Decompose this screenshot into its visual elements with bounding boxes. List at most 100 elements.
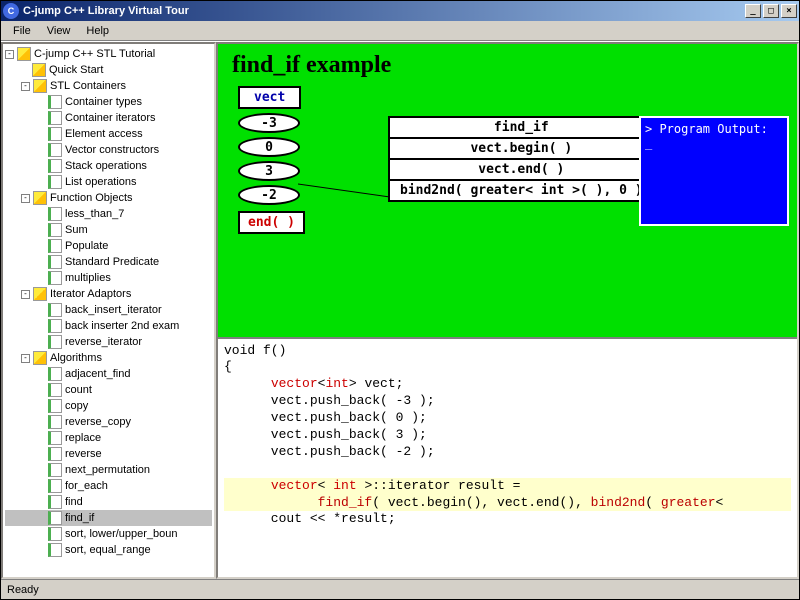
page-icon	[48, 479, 62, 493]
tree-label: Populate	[65, 238, 108, 254]
tree-item[interactable]: find	[5, 494, 212, 510]
tree-label: find_if	[65, 510, 94, 526]
menu-view[interactable]: View	[39, 23, 79, 39]
tree-label: sort, lower/upper_boun	[65, 526, 178, 542]
vect-value-3: -2	[238, 185, 300, 205]
page-icon	[48, 447, 62, 461]
expand-icon[interactable]: -	[21, 354, 30, 363]
tree-label: Element access	[65, 126, 143, 142]
page-icon	[48, 111, 62, 125]
window-title: C-jump C++ Library Virtual Tour	[23, 5, 745, 17]
tree-item[interactable]: Populate	[5, 238, 212, 254]
page-icon	[48, 95, 62, 109]
tree-item[interactable]: -Function Objects	[5, 190, 212, 206]
expand-icon[interactable]: -	[21, 290, 30, 299]
tree-item[interactable]: back_insert_iterator	[5, 302, 212, 318]
page-icon	[48, 127, 62, 141]
page-icon	[48, 399, 62, 413]
tree-item[interactable]: Quick Start	[5, 62, 212, 78]
tree-item[interactable]: find_if	[5, 510, 212, 526]
expand-icon[interactable]: -	[21, 82, 30, 91]
tree-label: sort, equal_range	[65, 542, 151, 558]
vect-value-0: -3	[238, 113, 300, 133]
tree-item[interactable]: Container iterators	[5, 110, 212, 126]
code-panel[interactable]: void f() { vector<int> vect; vect.push_b…	[218, 337, 797, 577]
titlebar: C C-jump C++ Library Virtual Tour _ □ ×	[1, 1, 799, 21]
func-arg-0: vect.begin( )	[388, 139, 655, 160]
vect-value-1: 0	[238, 137, 300, 157]
tree-item[interactable]: replace	[5, 430, 212, 446]
tree-label: multiplies	[65, 270, 111, 286]
tree-item[interactable]: Stack operations	[5, 158, 212, 174]
tree-label: Container types	[65, 94, 142, 110]
page-icon	[48, 431, 62, 445]
tree-item[interactable]: reverse_copy	[5, 414, 212, 430]
tree-item[interactable]: copy	[5, 398, 212, 414]
output-cursor: _	[645, 136, 783, 150]
tree-label: Standard Predicate	[65, 254, 159, 270]
tree-item[interactable]: Container types	[5, 94, 212, 110]
page-icon	[48, 303, 62, 317]
page-icon	[48, 367, 62, 381]
tree-label: Algorithms	[50, 350, 102, 366]
tree-label: Iterator Adaptors	[50, 286, 131, 302]
diagram-title: find_if example	[232, 52, 783, 79]
tree-label: reverse_copy	[65, 414, 131, 430]
tree-item[interactable]: back inserter 2nd exam	[5, 318, 212, 334]
tree-item[interactable]: sort, equal_range	[5, 542, 212, 558]
tree-item[interactable]: List operations	[5, 174, 212, 190]
page-icon	[48, 527, 62, 541]
tree-label: Quick Start	[49, 62, 103, 78]
app-icon: C	[3, 3, 19, 19]
tree-label: find	[65, 494, 83, 510]
tree-item[interactable]: - STL Containers	[5, 78, 212, 94]
page-icon	[48, 335, 62, 349]
maximize-button[interactable]: □	[763, 4, 779, 18]
tree-root[interactable]: - C-jump C++ STL Tutorial	[5, 46, 212, 62]
tree-item[interactable]: next_permutation	[5, 462, 212, 478]
book-icon	[32, 63, 46, 77]
minimize-button[interactable]: _	[745, 4, 761, 18]
expand-icon[interactable]: -	[21, 194, 30, 203]
close-button[interactable]: ×	[781, 4, 797, 18]
tree-label: back inserter 2nd exam	[65, 318, 179, 334]
tree-item[interactable]: reverse_iterator	[5, 334, 212, 350]
tree-item[interactable]: Vector constructors	[5, 142, 212, 158]
page-icon	[48, 543, 62, 557]
tree-item[interactable]: Sum	[5, 222, 212, 238]
tree-item[interactable]: reverse	[5, 446, 212, 462]
page-icon	[48, 463, 62, 477]
tree-label: STL Containers	[50, 78, 126, 94]
page-icon	[48, 159, 62, 173]
tree-label: less_than_7	[65, 206, 124, 222]
tree-item[interactable]: sort, lower/upper_boun	[5, 526, 212, 542]
status-text: Ready	[7, 584, 39, 596]
book-icon	[17, 47, 31, 61]
page-icon	[48, 175, 62, 189]
tree-item[interactable]: - Algorithms	[5, 350, 212, 366]
tree-label: adjacent_find	[65, 366, 130, 382]
tree-label: next_permutation	[65, 462, 150, 478]
tree-label: C-jump C++ STL Tutorial	[34, 46, 155, 62]
expand-icon[interactable]: -	[5, 50, 14, 59]
page-icon	[48, 383, 62, 397]
tree-item[interactable]: count	[5, 382, 212, 398]
statusbar: Ready	[1, 579, 799, 599]
tree-item[interactable]: adjacent_find	[5, 366, 212, 382]
page-icon	[48, 255, 62, 269]
tree-item[interactable]: Standard Predicate	[5, 254, 212, 270]
tree-item[interactable]: - Iterator Adaptors	[5, 286, 212, 302]
tree-item[interactable]: Element access	[5, 126, 212, 142]
page-icon	[48, 207, 62, 221]
tree-item[interactable]: for_each	[5, 478, 212, 494]
tree-label: count	[65, 382, 92, 398]
page-icon	[48, 319, 62, 333]
menu-help[interactable]: Help	[78, 23, 117, 39]
tree-item[interactable]: multiplies	[5, 270, 212, 286]
tree-item[interactable]: less_than_7	[5, 206, 212, 222]
page-icon	[48, 511, 62, 525]
tree-label: copy	[65, 398, 88, 414]
tree-sidebar[interactable]: - C-jump C++ STL Tutorial Quick Start - ST…	[1, 42, 216, 579]
function-table: find_if vect.begin( ) vect.end( ) bind2n…	[388, 116, 655, 202]
menu-file[interactable]: File	[5, 23, 39, 39]
